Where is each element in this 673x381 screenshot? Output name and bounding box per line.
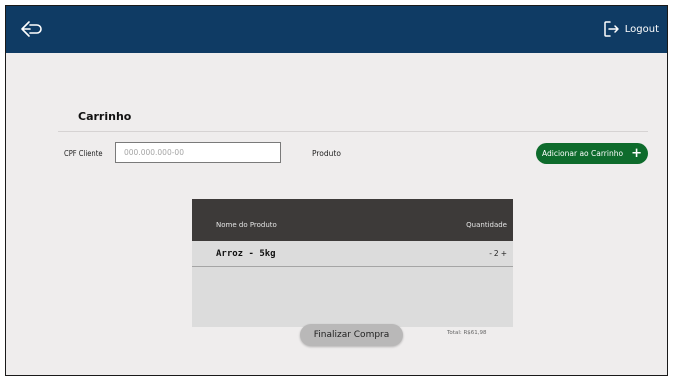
arrow-back-icon bbox=[21, 21, 42, 37]
header-product-name: Nome do Produto bbox=[216, 221, 277, 229]
finalize-purchase-button[interactable]: Finalizar Compra bbox=[300, 324, 403, 346]
qty-increase-button[interactable]: + bbox=[501, 249, 507, 258]
top-bar: Logout bbox=[6, 6, 667, 53]
cart-title: Carrinho bbox=[78, 110, 132, 123]
cpf-label: CPF Cliente bbox=[64, 149, 103, 158]
row-product-name: Arroz - 5kg bbox=[216, 249, 276, 259]
quantity-stepper: - 2 + bbox=[489, 249, 507, 258]
plus-icon: + bbox=[631, 146, 642, 161]
logout-label: Logout bbox=[624, 23, 659, 35]
total-label: Total: R$61,98 bbox=[447, 330, 487, 336]
app-window: Logout Carrinho CPF Cliente Produto Adic… bbox=[5, 5, 668, 376]
back-button[interactable] bbox=[20, 19, 42, 39]
header-quantity: Quantidade bbox=[466, 221, 507, 229]
table-header: Nome do Produto Quantidade bbox=[192, 199, 513, 241]
cart-table: Nome do Produto Quantidade Arroz - 5kg -… bbox=[192, 199, 513, 327]
table-row: Arroz - 5kg - 2 + bbox=[192, 241, 513, 267]
cpf-input[interactable] bbox=[115, 142, 281, 163]
divider bbox=[58, 131, 648, 132]
produto-label: Produto bbox=[312, 149, 341, 158]
add-to-cart-button[interactable]: Adicionar ao Carrinho + bbox=[536, 143, 648, 164]
qty-value: 2 bbox=[493, 249, 499, 258]
logout-button[interactable]: Logout bbox=[603, 19, 659, 39]
qty-decrease-button[interactable]: - bbox=[489, 249, 492, 258]
add-to-cart-label: Adicionar ao Carrinho bbox=[542, 149, 624, 158]
logout-icon bbox=[604, 21, 619, 37]
